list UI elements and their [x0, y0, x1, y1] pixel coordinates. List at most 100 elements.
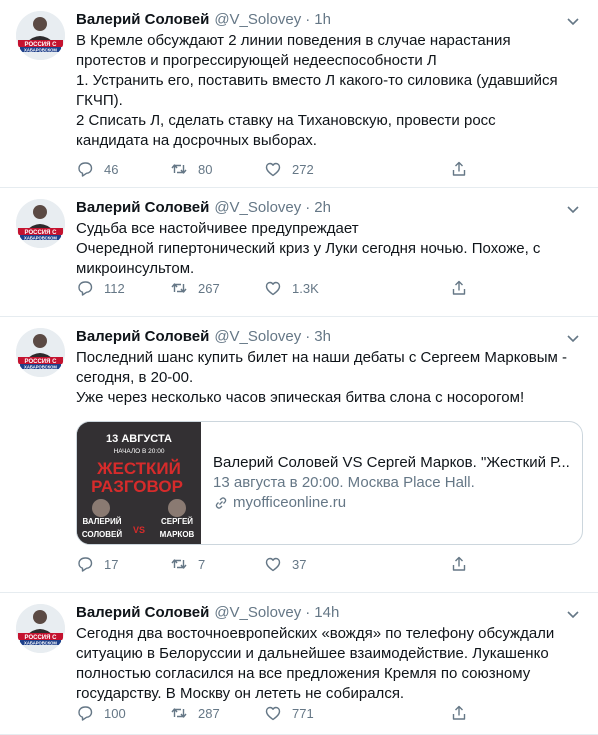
avatar[interactable]: РОССИЯ С ХАБАРОВСКОМ	[16, 199, 65, 248]
author-handle[interactable]: @V_Solovey	[214, 603, 301, 623]
tweet-time[interactable]: 1h	[314, 10, 331, 30]
like-count: 771	[292, 705, 314, 721]
tweet-time[interactable]: 14h	[314, 603, 339, 623]
avatar[interactable]: РОССИЯ С ХАБАРОВСКОМ	[16, 604, 65, 653]
tweet-line: 1. Устранить его, поставить вместо Л как…	[76, 72, 558, 89]
card-body: Валерий Соловей VS Сергей Марков. "Жестк…	[201, 422, 582, 544]
like-icon	[265, 281, 281, 296]
tweet-2[interactable]: РОССИЯ С ХАБАРОВСКОМ Валерий Соловей @V_…	[0, 188, 598, 317]
reply-icon	[78, 557, 93, 572]
tweet-header: Валерий Соловей @V_Solovey · 14h	[76, 603, 582, 623]
tweet-header: Валерий Соловей @V_Solovey · 1h	[76, 10, 582, 30]
author-handle[interactable]: @V_Solovey	[214, 10, 301, 30]
retweet-count: 287	[198, 705, 220, 721]
like-icon	[265, 557, 281, 572]
link-card[interactable]: 13 АВГУСТА НАЧАЛО В 20:00 ЖЕСТКИЙ РАЗГОВ…	[76, 421, 583, 545]
tweet-line: В Кремле обсуждают 2 линии поведения в с…	[76, 32, 511, 49]
tweet-line: Последний шанс купить билет на наши деба…	[76, 349, 568, 366]
separator-dot: ·	[305, 199, 311, 216]
tweet-actions: 46 80 272	[76, 160, 466, 178]
tweet-line: Судьба все настойчивее предупреждает	[76, 220, 359, 237]
tweet-line: кандидата на досрочных выборах.	[76, 132, 317, 149]
reply-count: 46	[104, 161, 119, 177]
like-button[interactable]: 272	[264, 160, 358, 178]
poster-date: 13 АВГУСТА	[106, 433, 172, 445]
reply-button[interactable]: 100	[76, 704, 170, 722]
reply-button[interactable]: 112	[76, 279, 170, 297]
like-count: 272	[292, 161, 314, 177]
retweet-count: 7	[198, 556, 206, 572]
share-icon	[452, 280, 466, 295]
like-button[interactable]: 37	[264, 555, 358, 573]
like-icon	[265, 162, 281, 177]
author-name[interactable]: Валерий Соловей	[76, 198, 209, 218]
author-name[interactable]: Валерий Соловей	[76, 10, 209, 30]
tweet-1[interactable]: РОССИЯ С ХАБАРОВСКОМ Валерий Соловей @V_…	[0, 0, 598, 188]
tweet-text: Последний шанс купить билет на наши деба…	[76, 348, 582, 408]
share-button[interactable]	[450, 704, 468, 725]
tweet-line: сегодня, в 20-00.	[76, 369, 194, 386]
tweet-header: Валерий Соловей @V_Solovey · 2h	[76, 198, 582, 218]
reply-button[interactable]: 17	[76, 555, 170, 573]
like-icon	[265, 706, 281, 721]
like-button[interactable]: 771	[264, 704, 358, 722]
tweet-text: Сегодня два восточноевропейских «вождя» …	[76, 624, 582, 704]
poster-left-name-1: ВАЛЕРИЙ	[82, 517, 121, 526]
chevron-down-icon[interactable]	[564, 605, 582, 623]
poster-left-name-2: СОЛОВЕЙ	[82, 530, 123, 539]
reply-count: 17	[104, 556, 119, 572]
like-count: 37	[292, 556, 307, 572]
chevron-down-icon[interactable]	[564, 200, 582, 218]
tweet-line: ГКЧП).	[76, 92, 123, 109]
tweet-line: Уже через несколько часов эпическая битв…	[76, 389, 525, 406]
reply-icon	[78, 706, 93, 721]
author-handle[interactable]: @V_Solovey	[214, 327, 301, 347]
card-title: Валерий Соловей VS Сергей Марков. "Жестк…	[213, 454, 570, 471]
tweet-actions: 17 7 37	[76, 555, 466, 573]
reply-count: 100	[104, 705, 126, 721]
tweet-3[interactable]: РОССИЯ С ХАБАРОВСКОМ Валерий Соловей @V_…	[0, 317, 598, 593]
retweet-button[interactable]: 287	[170, 704, 264, 722]
share-button[interactable]	[450, 555, 468, 576]
svg-text:ХАБАРОВСКОМ: ХАБАРОВСКОМ	[24, 47, 57, 52]
poster-right-name-2: МАРКОВ	[160, 530, 195, 539]
poster-right-name-1: СЕРГЕЙ	[161, 517, 193, 526]
author-name[interactable]: Валерий Соловей	[76, 603, 209, 623]
chevron-down-icon[interactable]	[564, 329, 582, 347]
tweet-text: Судьба все настойчивее предупреждает Оче…	[76, 219, 582, 279]
share-button[interactable]	[450, 279, 468, 300]
avatar[interactable]: РОССИЯ С ХАБАРОВСКОМ	[16, 328, 65, 377]
reply-button[interactable]: 46	[76, 160, 170, 178]
author-handle[interactable]: @V_Solovey	[214, 198, 301, 218]
reply-icon	[78, 281, 93, 296]
svg-text:ХАБАРОВСКОМ: ХАБАРОВСКОМ	[24, 235, 57, 240]
reply-count: 112	[104, 280, 125, 296]
retweet-icon	[171, 559, 187, 569]
chevron-down-icon[interactable]	[564, 12, 582, 30]
retweet-button[interactable]: 267	[170, 279, 264, 297]
like-button[interactable]: 1.3K	[264, 279, 358, 297]
tweet-text: В Кремле обсуждают 2 линии поведения в с…	[76, 31, 582, 151]
event-poster: 13 АВГУСТА НАЧАЛО В 20:00 ЖЕСТКИЙ РАЗГОВ…	[77, 422, 201, 544]
card-url-text: myofficeonline.ru	[233, 494, 347, 511]
retweet-button[interactable]: 80	[170, 160, 264, 178]
avatar[interactable]: РОССИЯ С ХАБАРОВСКОМ	[16, 11, 65, 60]
tweet-line: протестов и прогрессирующей недееспособн…	[76, 52, 437, 69]
author-name[interactable]: Валерий Соловей	[76, 327, 209, 347]
retweet-count: 267	[198, 280, 220, 296]
card-url: myofficeonline.ru	[213, 493, 570, 513]
svg-text:ХАБАРОВСКОМ: ХАБАРОВСКОМ	[24, 640, 57, 645]
retweet-icon	[171, 708, 187, 718]
share-button[interactable]	[450, 160, 468, 181]
tweet-time[interactable]: 2h	[314, 198, 331, 218]
retweet-button[interactable]: 7	[170, 555, 264, 573]
tweet-line: Очередной гипертонический криз у Луки се…	[76, 240, 541, 257]
share-icon	[452, 161, 466, 176]
retweet-icon	[171, 283, 187, 293]
share-icon	[452, 705, 466, 720]
retweet-count: 80	[198, 161, 213, 177]
card-description: 13 августа в 20:00. Москва Place Hall.	[213, 474, 475, 491]
link-icon	[215, 497, 227, 509]
tweet-4[interactable]: РОССИЯ С ХАБАРОВСКОМ Валерий Соловей @V_…	[0, 593, 598, 735]
tweet-time[interactable]: 3h	[314, 327, 331, 347]
